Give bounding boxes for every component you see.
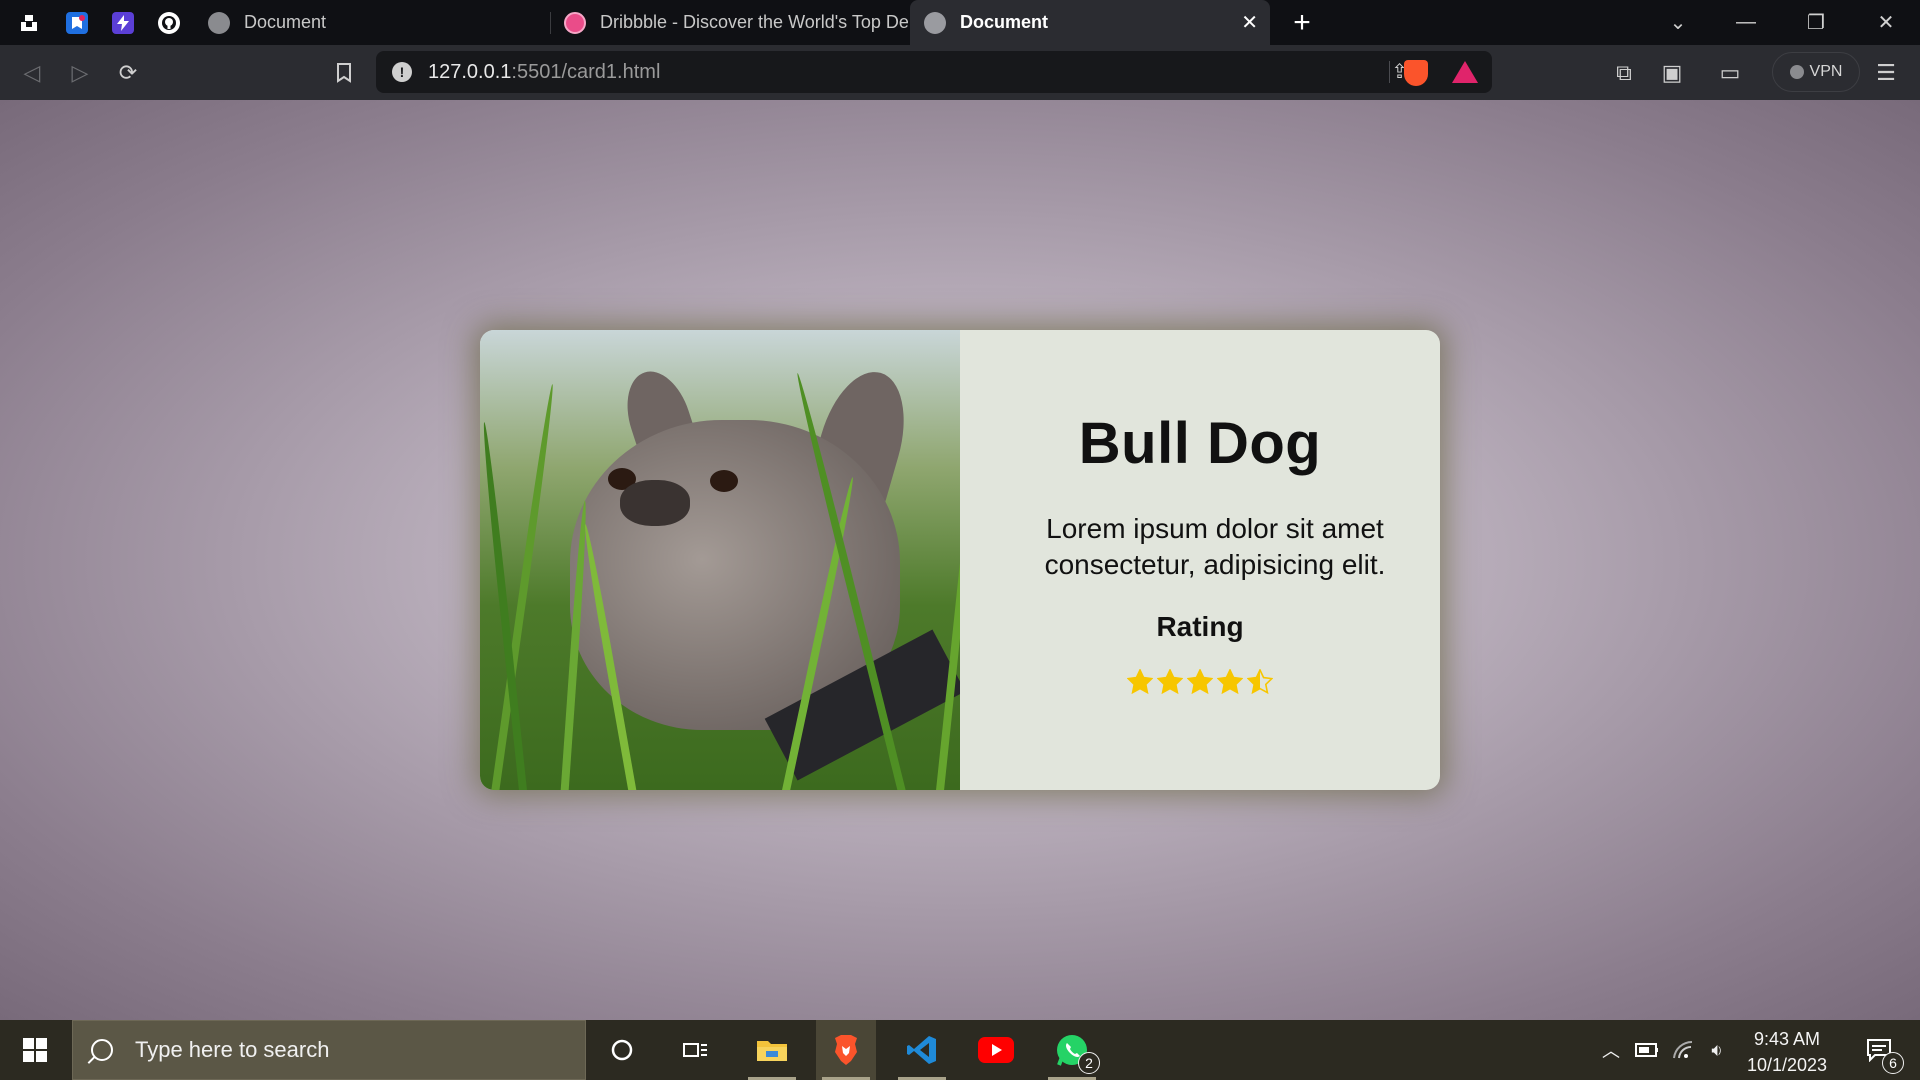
globe-icon xyxy=(924,11,946,34)
brave-rewards-icon[interactable] xyxy=(1452,61,1478,83)
new-tab-button[interactable]: + xyxy=(1284,0,1320,45)
extensions-icon[interactable]: ⧉ xyxy=(1604,53,1644,93)
tab-dribbble[interactable]: Dribbble - Discover the World's Top De xyxy=(550,0,908,45)
pinned-tab-bolt[interactable] xyxy=(100,0,146,45)
vscode-icon[interactable] xyxy=(892,1020,952,1080)
volume-icon[interactable]: 🔉︎ xyxy=(1702,1020,1732,1080)
taskbar-search[interactable]: Type here to search xyxy=(72,1020,586,1080)
notification-count-badge: 6 xyxy=(1882,1052,1904,1074)
star-full-icon xyxy=(1127,669,1153,695)
tab-document-active[interactable]: Document ✕ xyxy=(910,0,1270,45)
restore-icon[interactable]: ❐ xyxy=(1786,0,1846,45)
bookmark-icon[interactable] xyxy=(324,53,364,93)
github-icon xyxy=(158,11,180,34)
reload-icon[interactable]: ⟳ xyxy=(108,53,148,93)
tab-title: Document xyxy=(244,12,327,32)
show-hidden-icons-chevron-icon[interactable]: ︿ xyxy=(1596,1020,1626,1080)
bulldog-photo xyxy=(480,330,960,790)
card-content: Bull Dog Lorem ipsum dolor sit amet cons… xyxy=(960,330,1440,790)
vpn-status-icon xyxy=(1789,65,1804,79)
brave-icon[interactable] xyxy=(816,1020,876,1080)
browser-toolbar: ◁ ▷ ⟳ ! 127.0.0.1:5501/card1.html ⇪ ⧉ ▣ … xyxy=(0,45,1920,100)
url-text: 127.0.0.1:5501/card1.html xyxy=(428,61,660,84)
star-full-icon xyxy=(1187,669,1213,695)
tab-search-chevron-icon[interactable]: ⌄ xyxy=(1648,0,1708,45)
vpn-label: VPN xyxy=(1809,63,1843,80)
whatsapp-icon[interactable]: 2 xyxy=(1042,1020,1102,1080)
globe-icon xyxy=(208,11,230,34)
action-center-button[interactable]: 6 xyxy=(1854,1020,1904,1080)
forward-icon[interactable]: ▷ xyxy=(60,53,100,93)
omnibox-divider xyxy=(1389,61,1390,83)
site-info-icon[interactable]: ! xyxy=(392,62,412,82)
battery-icon[interactable] xyxy=(1632,1020,1662,1080)
card-title: Bull Dog xyxy=(1078,411,1322,476)
tab-strip: Document Dribbble - Discover the World's… xyxy=(0,0,1920,45)
unsplash-icon xyxy=(18,11,40,34)
pinned-tab-unsplash[interactable] xyxy=(6,0,52,45)
system-clock[interactable]: 9:43 AM 10/1/2023 xyxy=(1730,1026,1844,1078)
star-full-icon xyxy=(1157,669,1183,695)
file-explorer-icon[interactable] xyxy=(742,1020,802,1080)
vpn-button[interactable]: VPN xyxy=(1772,52,1860,92)
close-tab-icon[interactable]: ✕ xyxy=(1241,10,1258,35)
page-viewport: Bull Dog Lorem ipsum dolor sit amet cons… xyxy=(0,100,1920,1020)
tab-document-1[interactable]: Document xyxy=(194,0,544,45)
search-placeholder: Type here to search xyxy=(135,1037,330,1062)
dog-nose xyxy=(620,480,690,526)
minimize-icon[interactable]: — xyxy=(1716,0,1776,45)
menu-icon[interactable]: ☰ xyxy=(1866,53,1906,93)
clock-date: 10/1/2023 xyxy=(1746,1055,1828,1075)
windows-logo-icon xyxy=(23,1038,47,1062)
pinned-tab-bookmark-app[interactable] xyxy=(54,0,100,45)
url-host: 127.0.0.1 xyxy=(428,61,512,83)
dribbble-icon xyxy=(564,11,586,34)
star-full-icon xyxy=(1217,669,1243,695)
back-icon[interactable]: ◁ xyxy=(12,53,52,93)
sidebar-icon[interactable]: ▣ xyxy=(1652,53,1692,93)
task-view-icon[interactable] xyxy=(666,1020,726,1080)
card-description: Lorem ipsum dolor sit amet consectetur, … xyxy=(1044,513,1386,580)
dog-card: Bull Dog Lorem ipsum dolor sit amet cons… xyxy=(480,330,1440,790)
cortana-icon[interactable] xyxy=(592,1020,652,1080)
dog-eye-right xyxy=(710,470,738,492)
pinned-tab-github[interactable] xyxy=(146,0,192,45)
network-icon[interactable] xyxy=(1668,1020,1698,1080)
start-button[interactable] xyxy=(0,1020,70,1080)
search-icon xyxy=(91,1039,113,1061)
whatsapp-badge: 2 xyxy=(1078,1052,1100,1074)
star-rating xyxy=(1127,669,1273,695)
grass-blade xyxy=(935,401,960,790)
app-bookmark-icon xyxy=(66,11,88,34)
clock-time: 9:43 AM xyxy=(1753,1029,1821,1049)
wallet-icon[interactable]: ▭ xyxy=(1710,53,1750,93)
brave-shields-icon[interactable] xyxy=(1404,60,1428,86)
tab-title: Document xyxy=(960,12,1049,32)
close-window-icon[interactable]: ✕ xyxy=(1856,0,1916,45)
windows-taskbar: Type here to search 2 ︿ 🔉︎ 9:43 AM 10/1/… xyxy=(0,1020,1920,1080)
address-bar[interactable]: ! 127.0.0.1:5501/card1.html ⇪ xyxy=(376,51,1492,93)
url-path: :5501/card1.html xyxy=(511,61,661,83)
bolt-icon xyxy=(112,11,134,34)
youtube-icon[interactable] xyxy=(966,1020,1026,1080)
rating-heading: Rating xyxy=(1156,611,1244,642)
tab-title: Dribbble - Discover the World's Top De xyxy=(600,12,908,32)
star-half-icon xyxy=(1247,669,1273,695)
